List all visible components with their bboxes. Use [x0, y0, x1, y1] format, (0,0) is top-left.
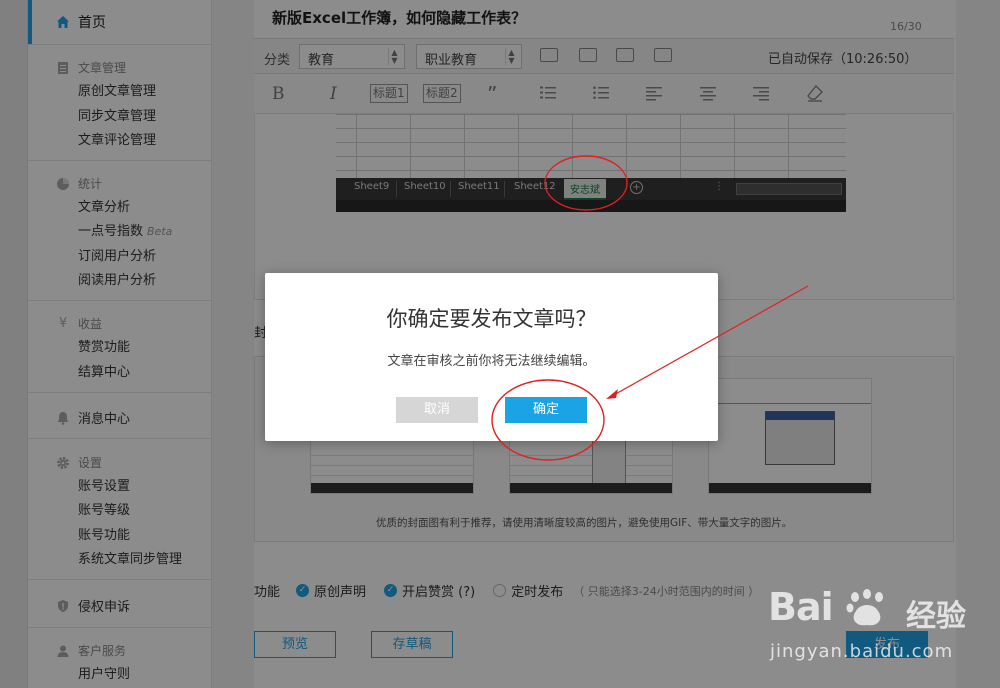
cancel-button[interactable]: 取消	[396, 397, 478, 423]
dialog-title: 你确定要发布文章吗？	[386, 307, 597, 331]
baidu-watermark: Bai 经验 jingyan.baidu.com	[768, 585, 988, 677]
watermark-cn: 经验	[906, 599, 966, 634]
dialog-message: 文章在审核之前你将无法继续编辑。	[387, 354, 596, 369]
confirm-button[interactable]: 确定	[505, 397, 587, 423]
watermark-logo: Bai	[768, 585, 834, 629]
confirm-dialog: 你确定要发布文章吗？ 文章在审核之前你将无法继续编辑。 取消 确定	[265, 273, 718, 441]
paw-icon	[846, 589, 883, 626]
watermark-url: jingyan.baidu.com	[770, 641, 954, 662]
